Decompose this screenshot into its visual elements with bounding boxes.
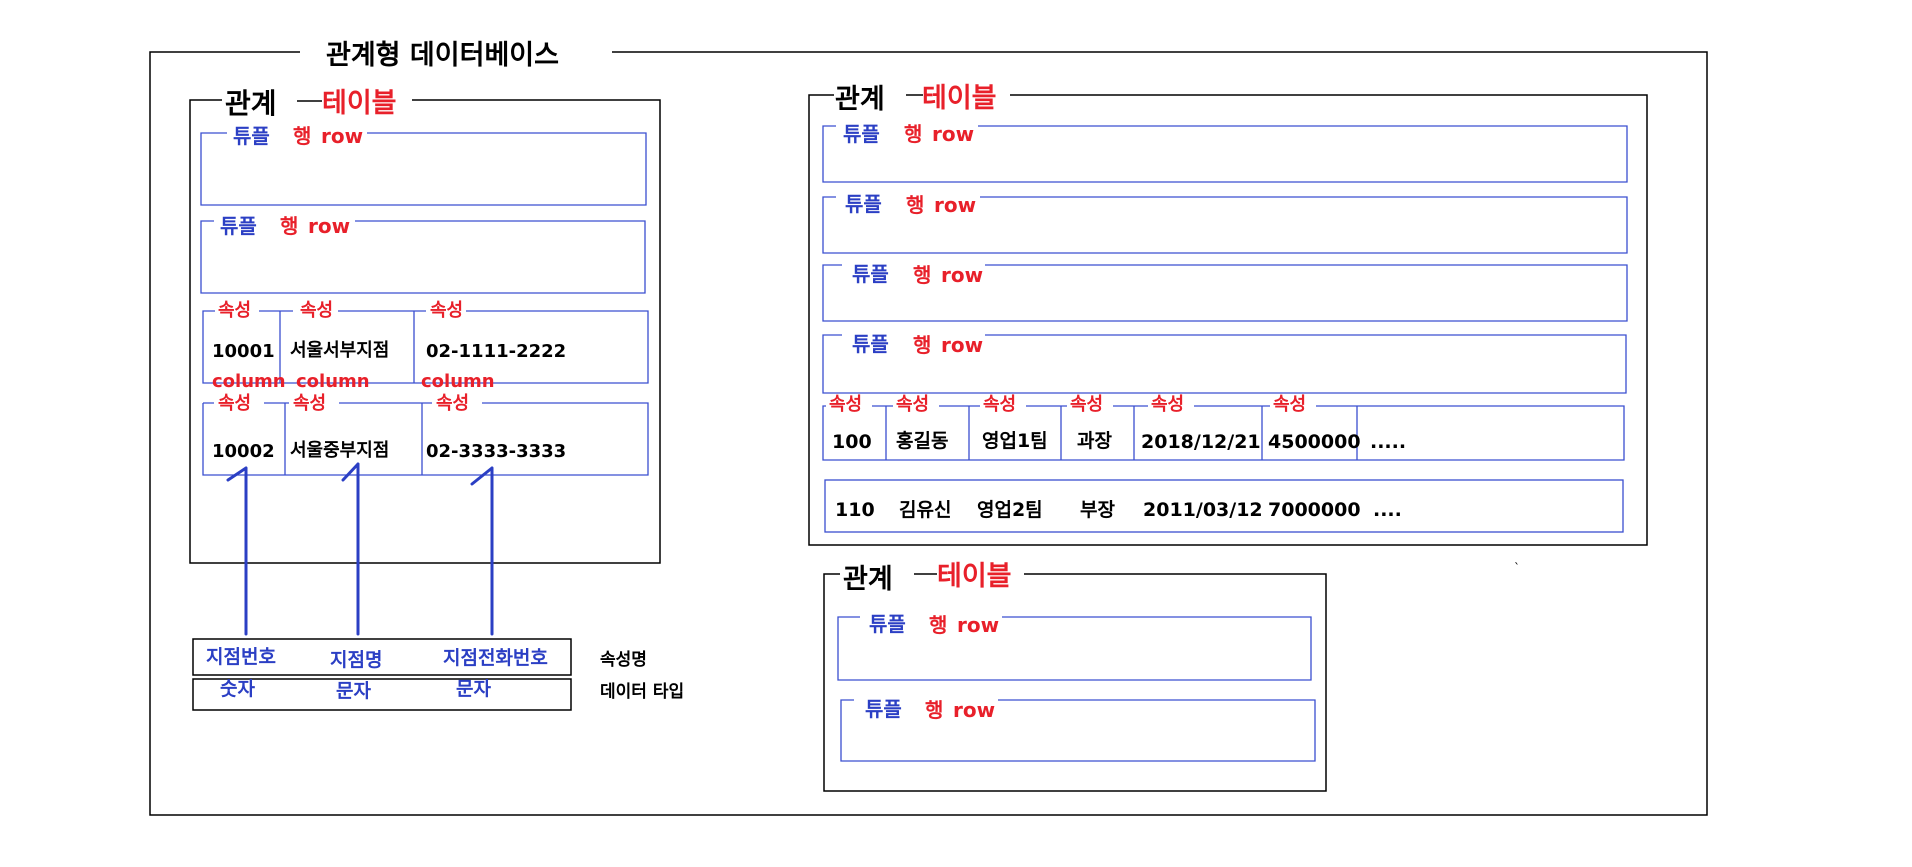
attr-name-branch-name: 지점명 [330,649,382,671]
row-label-en: row [308,214,350,238]
row-label-en: row [957,613,999,637]
right-tuple-3: 튜플 행 row [822,262,1628,322]
bottom-tuple-2: 튜플 행 row [840,697,1316,762]
attribute-label: 속성 [983,394,1016,415]
attribute-arrows [226,462,494,636]
cell-branch-no: 10002 [212,441,275,462]
column-label: column [421,371,495,392]
attribute-label: 속성 [218,300,251,321]
bottom-tuple-1: 튜플 행 row [837,612,1312,681]
cell-dept: 영업2팀 [977,499,1043,521]
row-label-kr: 행 [913,333,931,357]
tuple-label: 튜플 [852,262,889,286]
tuple-label: 튜플 [843,122,880,146]
tuple-label: 튜플 [233,124,270,148]
attribute-label: 속성 [1151,394,1184,415]
attribute-label: 속성 [1273,394,1306,415]
tuple-label: 튜플 [869,612,906,636]
bottom-relation-label: 관계 [843,564,893,595]
arrow-branch-name [341,462,360,636]
right-tuple-4: 튜플 행 row [822,332,1627,394]
row-label-en: row [934,193,976,217]
attribute-label: 속성 [293,393,326,414]
left-relation-label: 관계 [225,87,277,120]
cell-emp-name: 홍길동 [896,429,948,452]
row-label-kr: 행 [293,124,311,148]
right-tuple-1: 튜플 행 row [822,122,1628,183]
attribute-label: 속성 [218,393,251,414]
bottom-table: 관계 테이블 튜플 행 row 튜플 행 row [823,561,1327,792]
tuple-label: 튜플 [845,192,882,216]
attribute-name-caption: 속성명 [600,650,647,670]
left-tuple-2: 튜플 행 row [200,214,646,294]
right-relation-label: 관계 [835,84,885,115]
attr-name-branch-no: 지점번호 [206,646,276,668]
cell-branch-name: 서울서부지점 [290,340,389,361]
column-label: column [296,371,370,392]
row-label-en: row [941,263,983,287]
left-data-row-2: 속성 속성 속성 10002 서울중부지점 02-3333-3333 [202,393,649,476]
cell-position: 과장 [1077,430,1112,452]
cell-salary: 4500000 [1268,431,1361,453]
cell-position: 부장 [1080,499,1115,521]
right-tuple-2: 튜플 행 row [822,192,1628,254]
relational-database-diagram: 관계형 데이터베이스 관계 테이블 튜플 행 row 튜플 행 row 속성 속… [149,40,1708,816]
type-number: 숫자 [220,678,255,700]
ellipsis: .... [1373,499,1402,521]
left-tuple-1: 튜플 행 row [200,124,647,206]
cell-hire-date: 2018/12/21 [1141,431,1261,453]
row-label-en: row [953,698,995,722]
right-table: 관계 테이블 튜플 행 row 튜플 행 row 튜플 행 row 튜플 행 r… [808,83,1648,546]
cell-branch-name: 서울중부지점 [290,440,389,461]
right-table-label: 테이블 [922,83,997,114]
row-label-kr: 행 [906,193,924,217]
row-label-en: row [932,122,974,146]
column-label: column [212,371,286,392]
cell-branch-phone: 02-3333-3333 [426,441,566,462]
database-title: 관계형 데이터베이스 [326,40,559,71]
attribute-label: 속성 [1070,394,1103,415]
attr-name-branch-phone: 지점전화번호 [443,647,548,669]
arrow-branch-phone [470,466,494,636]
left-data-row-1: 속성 속성 속성 10001 서울서부지점 02-1111-2222 colum… [202,300,649,392]
attribute-label: 속성 [436,393,469,414]
right-data-row-1: 속성 속성 속성 속성 속성 속성 100 홍길동 영업1팀 과장 2018/1… [822,394,1625,461]
row-label-en: row [941,333,983,357]
attribute-label: 속성 [430,300,463,321]
row-label-en: row [321,124,363,148]
cell-hire-date: 2011/03/12 [1143,499,1263,521]
tuple-label: 튜플 [852,332,889,356]
row-label-kr: 행 [913,263,931,287]
arrow-branch-no [226,466,248,636]
bottom-table-label: 테이블 [937,561,1012,592]
tuple-label: 튜플 [220,214,257,238]
ellipsis: ..... [1370,431,1406,453]
cell-salary: 7000000 [1268,499,1361,521]
attribute-label: 속성 [829,394,862,415]
cell-emp-name: 김유신 [899,499,951,521]
left-table-label: 테이블 [322,88,397,119]
attribute-label: 속성 [896,394,929,415]
row-label-kr: 행 [904,122,922,146]
attribute-label: 속성 [300,300,333,321]
type-string: 문자 [456,678,491,700]
tuple-label: 튜플 [865,697,902,721]
stray-mark: ` [1514,561,1520,575]
left-table: 관계 테이블 튜플 행 row 튜플 행 row 속성 속성 속성 10001 [189,87,684,711]
right-data-row-2: 110 김유신 영업2팀 부장 2011/03/12 7000000 .... [824,479,1624,533]
row-label-kr: 행 [280,214,298,238]
row-label-kr: 행 [925,698,943,722]
type-string: 문자 [336,680,371,702]
cell-emp-no: 100 [832,431,872,453]
cell-dept: 영업1팀 [982,430,1048,452]
cell-emp-no: 110 [835,499,875,521]
schema-table: 지점번호 지점명 지점전화번호 숫자 문자 문자 속성명 데이터 타입 [192,638,684,711]
data-type-caption: 데이터 타입 [600,682,684,702]
cell-branch-phone: 02-1111-2222 [426,341,566,362]
row-label-kr: 행 [929,613,947,637]
cell-branch-no: 10001 [212,341,275,362]
